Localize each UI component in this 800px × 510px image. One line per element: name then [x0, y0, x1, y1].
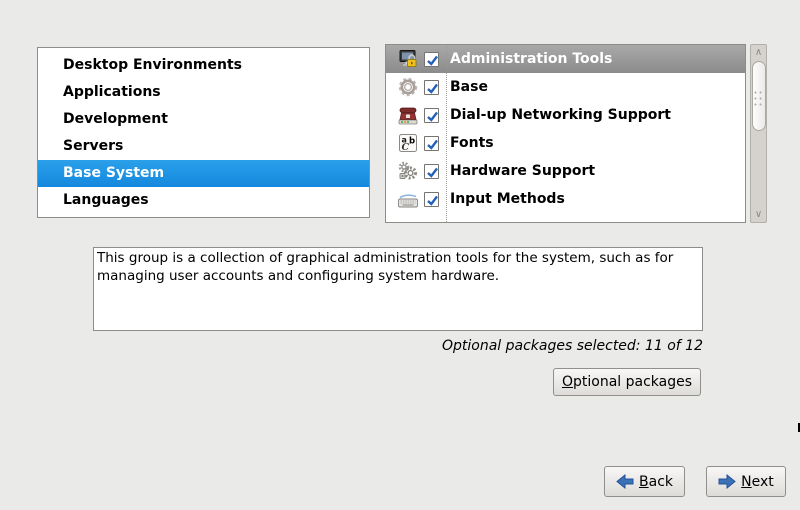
back-button-label: Back	[639, 474, 673, 490]
group-checkbox[interactable]	[424, 80, 439, 95]
group-checkbox[interactable]	[424, 108, 439, 123]
category-label: Desktop Environments	[63, 57, 242, 73]
group-list-scrollbar[interactable]: ∧ •••••• ∨	[750, 44, 767, 223]
optional-packages-button[interactable]: Optional packages	[553, 368, 701, 396]
category-label: Languages	[63, 192, 149, 208]
category-list: Desktop Environments Applications Develo…	[37, 47, 370, 218]
gears-icon	[397, 160, 419, 182]
category-item-desktop-environments[interactable]: Desktop Environments	[38, 52, 369, 79]
category-label: Applications	[63, 84, 161, 100]
category-item-development[interactable]: Development	[38, 106, 369, 133]
group-label: Fonts	[450, 135, 494, 151]
scroll-up-icon[interactable]: ∧	[751, 45, 766, 60]
group-checkbox[interactable]	[424, 136, 439, 151]
category-item-servers[interactable]: Servers	[38, 133, 369, 160]
group-row-hardware-support[interactable]: Hardware Support	[386, 157, 745, 185]
package-selection-screen: Desktop Environments Applications Develo…	[0, 0, 800, 510]
category-label: Base System	[63, 165, 164, 181]
group-row-administration-tools[interactable]: Administration Tools	[386, 45, 745, 73]
group-label: Dial-up Networking Support	[450, 107, 671, 123]
svg-text:C: C	[402, 142, 410, 153]
modem-phone-icon	[397, 104, 419, 126]
package-group-list: Administration Tools Base	[385, 44, 746, 223]
group-row-base[interactable]: Base	[386, 73, 745, 101]
back-button[interactable]: Back	[604, 466, 685, 497]
group-checkbox[interactable]	[424, 192, 439, 207]
category-item-base-system[interactable]: Base System	[38, 160, 369, 187]
next-button[interactable]: Next	[706, 466, 786, 497]
admin-tools-icon	[397, 48, 419, 70]
svg-text:b: b	[409, 137, 415, 147]
keyboard-icon	[397, 188, 419, 210]
group-description-text: This group is a collection of graphical …	[97, 250, 673, 284]
scrollbar-thumb[interactable]: ••••••	[752, 61, 766, 131]
optional-packages-button-label: Optional packages	[562, 374, 692, 390]
group-row-input-methods[interactable]: Input Methods	[386, 185, 745, 213]
optional-packages-summary: Optional packages selected: 11 of 12	[442, 338, 703, 354]
category-item-languages[interactable]: Languages	[38, 187, 369, 214]
group-label: Administration Tools	[450, 51, 612, 67]
column-separator	[446, 45, 447, 222]
category-item-applications[interactable]: Applications	[38, 79, 369, 106]
gear-icon	[397, 76, 419, 98]
group-checkbox[interactable]	[424, 52, 439, 67]
group-row-fonts[interactable]: a b C Fonts	[386, 129, 745, 157]
scrollbar-grip: ••••••	[753, 90, 765, 108]
back-arrow-icon	[616, 474, 634, 489]
group-label: Hardware Support	[450, 163, 595, 179]
category-label: Development	[63, 111, 168, 127]
category-label: Servers	[63, 138, 123, 154]
next-button-label: Next	[741, 474, 774, 490]
scroll-down-icon[interactable]: ∨	[751, 207, 766, 222]
group-label: Input Methods	[450, 191, 565, 207]
group-checkbox[interactable]	[424, 164, 439, 179]
group-label: Base	[450, 79, 488, 95]
group-row-dialup-networking[interactable]: Dial-up Networking Support	[386, 101, 745, 129]
next-arrow-icon	[718, 474, 736, 489]
group-description-box: This group is a collection of graphical …	[93, 247, 703, 331]
fonts-icon: a b C	[397, 132, 419, 154]
